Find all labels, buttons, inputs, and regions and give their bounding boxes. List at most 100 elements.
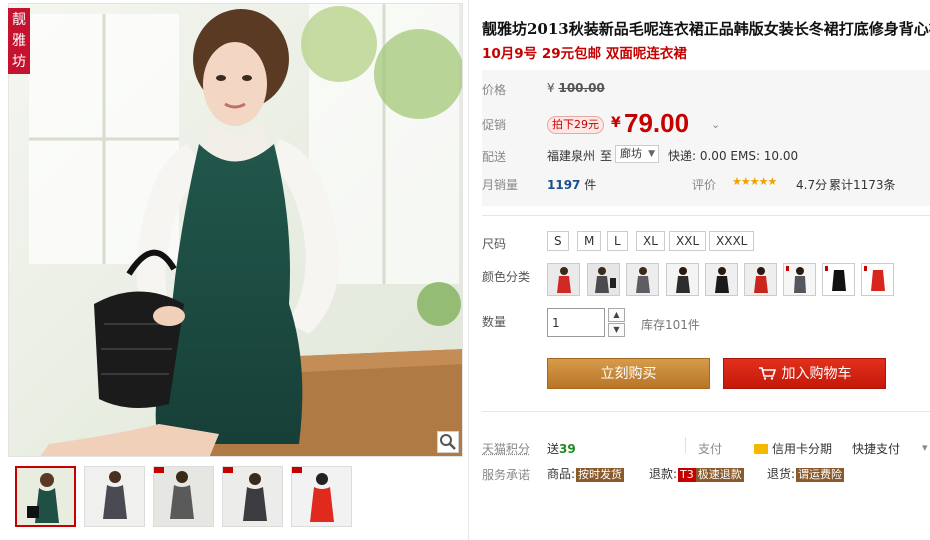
size-option-m[interactable]: M bbox=[577, 231, 602, 251]
swatch-image bbox=[862, 264, 893, 295]
rating-score: 4.7分 bbox=[796, 178, 828, 192]
credit-installment-label: 信用卡分期 bbox=[772, 442, 833, 456]
thumbnail-4[interactable] bbox=[222, 466, 283, 527]
main-product-photo[interactable] bbox=[8, 3, 463, 457]
destination-select[interactable]: 廊坊 ▼ bbox=[615, 145, 659, 163]
payment-label: 支付 bbox=[698, 442, 723, 456]
swatch-image bbox=[588, 264, 619, 295]
color-swatch-6[interactable] bbox=[744, 263, 777, 296]
cart-icon bbox=[758, 367, 776, 380]
shipping-origin: 福建泉州 bbox=[547, 149, 596, 163]
monthly-sales: 1197 件 bbox=[547, 176, 596, 193]
size-option-xxxl[interactable]: XXXL bbox=[709, 231, 755, 251]
thumbnail-image bbox=[223, 467, 282, 526]
buy-now-button[interactable]: 立刻购买 bbox=[547, 358, 710, 389]
tmall-points: 送39 bbox=[547, 440, 576, 457]
section-divider bbox=[482, 411, 930, 412]
shipping-insurance-badge[interactable]: 谓运费险 bbox=[796, 468, 845, 482]
shipping-label: 配送 bbox=[482, 150, 507, 164]
color-swatch-4[interactable] bbox=[666, 263, 699, 296]
price-label: 价格 bbox=[482, 83, 507, 97]
points-value: 39 bbox=[559, 442, 576, 456]
thumbnail-image bbox=[154, 467, 213, 526]
quantity-decrease-button[interactable]: ▼ bbox=[608, 323, 625, 337]
swatch-image bbox=[667, 264, 698, 295]
chevron-down-icon: ▼ bbox=[648, 149, 655, 159]
product-subtitle: 10月9号 29元包邮 双面呢连衣裙 bbox=[482, 46, 687, 62]
product-title: 靓雅坊2013秋装新品毛呢连衣裙正品韩版女装长冬裙打底修身背心裙 bbox=[482, 20, 930, 38]
payment-divider bbox=[685, 437, 686, 453]
credit-card-icon bbox=[754, 444, 768, 454]
quantity-increase-button[interactable]: ▲ bbox=[608, 308, 625, 322]
destination-value: 廊坊 bbox=[620, 147, 642, 160]
size-option-s[interactable]: S bbox=[547, 231, 569, 251]
fast-refund-badge[interactable]: 极速退款 bbox=[695, 468, 744, 482]
price-expand-icon[interactable]: ⌄ bbox=[711, 118, 720, 131]
service-return: 退货: 谓运费险 bbox=[767, 465, 845, 482]
swatch-image bbox=[627, 264, 658, 295]
rating-label: 评价 bbox=[692, 178, 717, 192]
section-divider bbox=[482, 215, 930, 216]
promo-price: 79.00 bbox=[624, 108, 690, 138]
swatch-image bbox=[706, 264, 737, 295]
original-price-value: 100.00 bbox=[558, 81, 605, 95]
color-swatch-9[interactable] bbox=[861, 263, 894, 296]
thumbnail-2[interactable] bbox=[84, 466, 145, 527]
size-option-l[interactable]: L bbox=[607, 231, 628, 251]
thumbnail-image bbox=[85, 467, 144, 526]
on-time-delivery-badge[interactable]: 按时发货 bbox=[576, 468, 625, 482]
model-photo-illustration bbox=[9, 4, 462, 456]
magnifier-icon bbox=[440, 434, 456, 450]
swatch-image bbox=[823, 264, 854, 295]
promo-tag: 拍下29元 bbox=[547, 116, 604, 134]
points-prefix: 送 bbox=[547, 442, 560, 456]
promo-currency: ¥ bbox=[611, 115, 621, 131]
color-swatch-5[interactable] bbox=[705, 263, 738, 296]
goods-prefix: 商品: bbox=[547, 467, 576, 481]
monthly-sales-label: 月销量 bbox=[482, 178, 519, 192]
quick-pay[interactable]: 快捷支付 bbox=[852, 440, 900, 457]
review-count[interactable]: 累计1173条 bbox=[829, 176, 896, 193]
swatch-image bbox=[784, 264, 815, 295]
thumbnail-3[interactable] bbox=[153, 466, 214, 527]
color-swatch-2[interactable] bbox=[587, 263, 620, 296]
color-swatch-1[interactable] bbox=[547, 263, 580, 296]
thumbnail-strip bbox=[15, 466, 352, 527]
product-gallery: 靓雅坊 bbox=[0, 0, 465, 540]
payment-expand-icon[interactable]: ▾ bbox=[922, 441, 928, 454]
t3-badge: T3 bbox=[678, 468, 696, 482]
shipping-fees: 快递: 0.00 EMS: 10.00 bbox=[668, 149, 799, 163]
monthly-sales-count: 1197 bbox=[547, 178, 581, 192]
color-swatch-3[interactable] bbox=[626, 263, 659, 296]
rating-stars: ★★★★★ bbox=[732, 175, 777, 188]
monthly-sales-unit: 件 bbox=[584, 178, 597, 192]
swatch-image bbox=[548, 264, 579, 295]
original-price: ¥ 100.00 bbox=[547, 81, 605, 95]
zoom-button[interactable] bbox=[437, 431, 459, 453]
thumbnail-1[interactable] bbox=[15, 466, 76, 527]
tmall-points-label[interactable]: 天猫积分 bbox=[482, 440, 530, 457]
size-label: 尺码 bbox=[482, 237, 507, 251]
thumbnail-5[interactable] bbox=[291, 466, 352, 527]
shipping-to-word: 至 bbox=[600, 149, 613, 163]
quantity-input[interactable]: 1 bbox=[547, 308, 605, 337]
thumbnail-image bbox=[292, 467, 351, 526]
swatch-image bbox=[745, 264, 776, 295]
credit-installment[interactable]: 信用卡分期 bbox=[754, 440, 832, 457]
color-swatch-7[interactable] bbox=[783, 263, 816, 296]
service-goods: 商品: 按时发货 bbox=[547, 465, 625, 482]
currency-symbol: ¥ bbox=[547, 81, 555, 95]
size-option-xl[interactable]: XL bbox=[636, 231, 665, 251]
promo-label: 促销 bbox=[482, 118, 507, 132]
color-swatch-8[interactable] bbox=[822, 263, 855, 296]
quantity-label: 数量 bbox=[482, 315, 507, 329]
stock-info: 库存101件 bbox=[641, 318, 700, 332]
refund-prefix: 退款: bbox=[649, 467, 678, 481]
service-refund: 退款: T3 极速退款 bbox=[649, 465, 744, 482]
color-label: 颜色分类 bbox=[482, 270, 531, 284]
add-to-cart-label: 加入购物车 bbox=[781, 366, 852, 382]
add-to-cart-button[interactable]: 加入购物车 bbox=[723, 358, 886, 389]
size-option-xxl[interactable]: XXL bbox=[669, 231, 707, 251]
brand-logo: 靓雅坊 bbox=[8, 8, 30, 74]
product-info-panel: 靓雅坊2013秋装新品毛呢连衣裙正品韩版女装长冬裙打底修身背心裙 10月9号 2… bbox=[482, 0, 930, 540]
